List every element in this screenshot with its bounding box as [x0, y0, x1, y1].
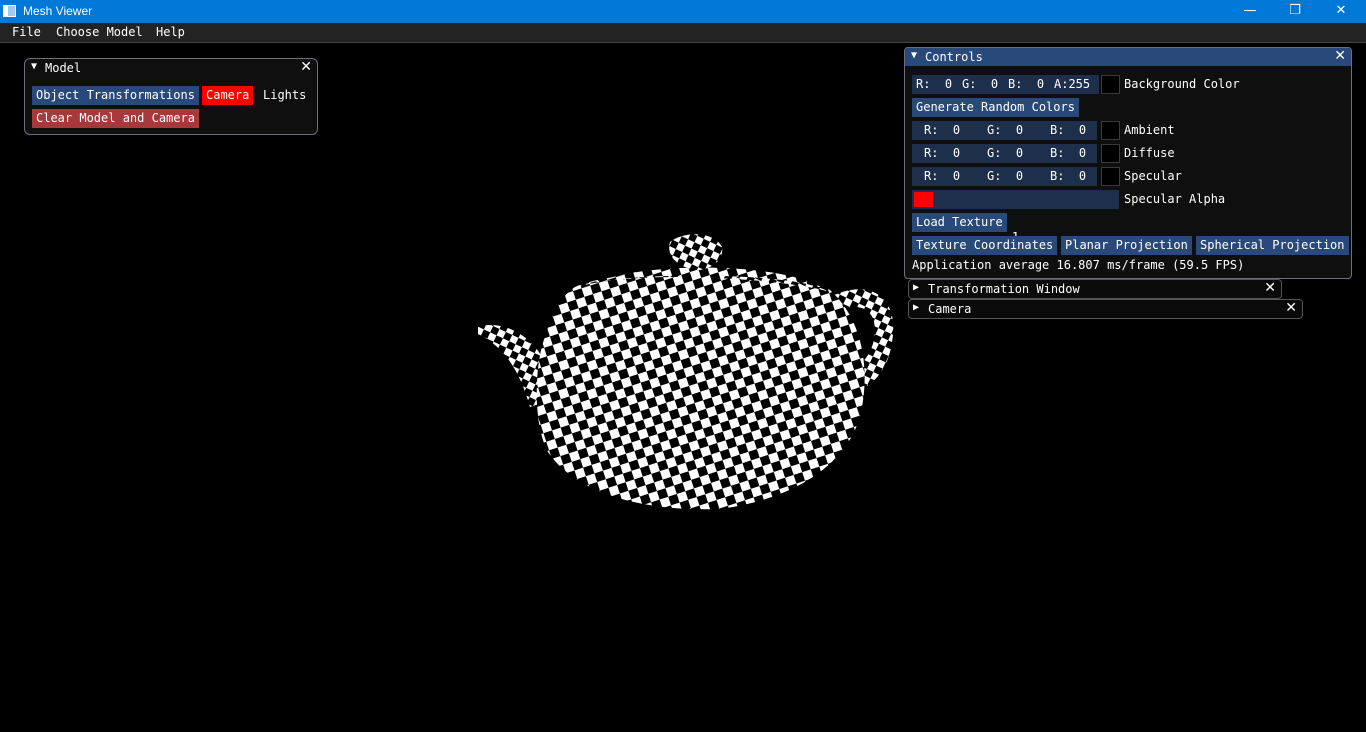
camera-button[interactable]: Camera: [202, 86, 254, 105]
controls-title: Controls: [925, 50, 983, 64]
clear-model-and-camera-button[interactable]: Clear Model and Camera: [32, 109, 199, 128]
expand-arrow-icon[interactable]: ▶: [913, 302, 919, 313]
ambient-b-field[interactable]: B: 0: [1038, 121, 1097, 140]
close-window-button[interactable]: ✕: [1318, 0, 1364, 23]
controls-titlebar[interactable]: ▼ Controls ✕: [905, 48, 1351, 66]
background-color-swatch[interactable]: [1101, 75, 1120, 94]
expand-arrow-icon[interactable]: ▶: [913, 282, 919, 293]
close-icon[interactable]: ✕: [300, 59, 312, 75]
background-b-field[interactable]: B: 0: [1004, 75, 1051, 94]
diffuse-b-field[interactable]: B: 0: [1038, 144, 1097, 163]
maximize-button[interactable]: ❐: [1272, 0, 1318, 23]
close-icon[interactable]: ✕: [1285, 300, 1297, 316]
app-titlebar: Mesh Viewer — ❐ ✕: [0, 0, 1366, 23]
close-icon[interactable]: ✕: [1264, 280, 1276, 296]
collapse-arrow-icon[interactable]: ▼: [911, 50, 917, 61]
diffuse-r-field[interactable]: R: 0: [912, 144, 978, 163]
camera-window-collapsed[interactable]: ▶ Camera ✕: [908, 299, 1303, 319]
background-color-label: Background Color: [1124, 77, 1240, 91]
specular-alpha-label: Specular Alpha: [1124, 192, 1226, 206]
load-texture-button[interactable]: Load Texture: [912, 213, 1007, 232]
background-g-field[interactable]: G: 0: [958, 75, 1005, 94]
teapot-model: [478, 234, 894, 510]
background-r-field[interactable]: R: 0: [912, 75, 959, 94]
collapse-arrow-icon[interactable]: ▼: [31, 61, 37, 72]
planar-projection-button[interactable]: Planar Projection: [1061, 236, 1192, 255]
camera-window-title: Camera: [928, 302, 972, 316]
ambient-label: Ambient: [1124, 123, 1175, 137]
model-window-title: Model: [45, 61, 82, 75]
menu-file[interactable]: File: [12, 25, 41, 39]
object-transformations-button[interactable]: Object Transformations: [32, 86, 199, 105]
specular-r-field[interactable]: R: 0: [912, 167, 978, 186]
specular-color-swatch[interactable]: [1101, 167, 1120, 186]
generate-random-colors-button[interactable]: Generate Random Colors: [912, 98, 1079, 117]
app-window-icon: [3, 5, 16, 17]
slider-grab-handle[interactable]: [914, 192, 933, 207]
model-window: ▼ Model ✕ Object Transformations Camera …: [24, 58, 318, 135]
diffuse-color-swatch[interactable]: [1101, 144, 1120, 163]
background-a-field[interactable]: A:255: [1050, 75, 1099, 94]
minimize-button[interactable]: —: [1227, 0, 1273, 23]
specular-g-field[interactable]: G: 0: [975, 167, 1041, 186]
diffuse-label: Diffuse: [1124, 146, 1175, 160]
ambient-color-swatch[interactable]: [1101, 121, 1120, 140]
transformation-window-collapsed[interactable]: ▶ Transformation Window ✕: [908, 279, 1282, 299]
ambient-r-field[interactable]: R: 0: [912, 121, 978, 140]
close-icon[interactable]: ✕: [1334, 48, 1346, 64]
menu-help[interactable]: Help: [156, 25, 185, 39]
menu-bar: File Choose Model Help: [0, 23, 1366, 43]
transformation-window-title: Transformation Window: [928, 282, 1080, 296]
specular-label: Specular: [1124, 169, 1182, 183]
ambient-g-field[interactable]: G: 0: [975, 121, 1041, 140]
specular-b-field[interactable]: B: 0: [1038, 167, 1097, 186]
diffuse-g-field[interactable]: G: 0: [975, 144, 1041, 163]
fps-readout: Application average 16.807 ms/frame (59.…: [912, 258, 1245, 272]
texture-coordinates-button[interactable]: Texture Coordinates: [912, 236, 1058, 255]
menu-choose-model[interactable]: Choose Model: [56, 25, 143, 39]
app-title: Mesh Viewer: [23, 4, 93, 18]
model-window-titlebar[interactable]: ▼ Model ✕: [25, 59, 317, 77]
specular-alpha-slider[interactable]: 1: [912, 190, 1119, 244]
lights-button[interactable]: Lights: [259, 86, 310, 105]
spherical-projection-button[interactable]: Spherical Projection: [1196, 236, 1349, 255]
controls-window: ▼ Controls ✕ R: 0 G: 0 B: 0 A:255 Backgr…: [904, 47, 1352, 279]
